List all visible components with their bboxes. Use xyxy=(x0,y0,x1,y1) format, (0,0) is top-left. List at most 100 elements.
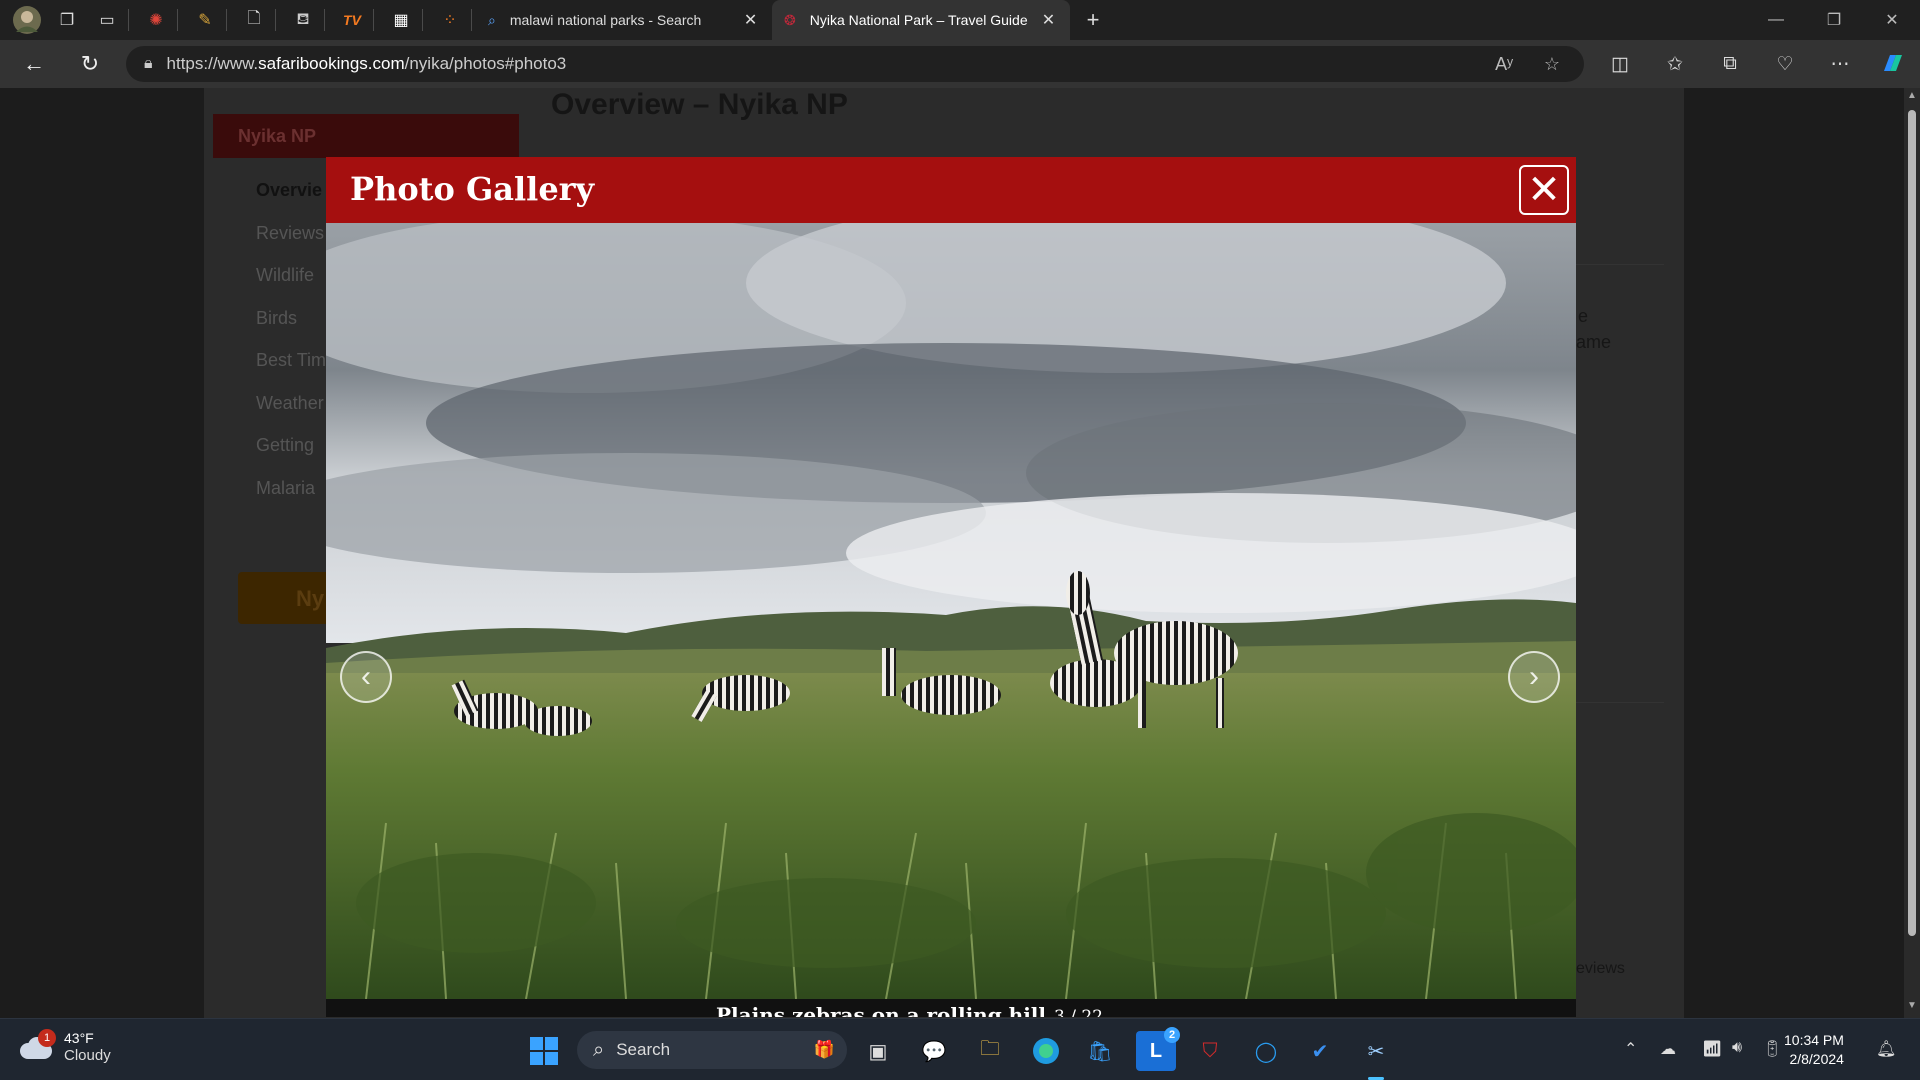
reviews-link[interactable]: eviews xyxy=(1576,960,1625,978)
pinned-tab-icon[interactable]: ▦ xyxy=(384,3,418,37)
tab-search[interactable]: ⌕ malawi national parks - Search ✕ xyxy=(476,0,772,40)
cloudy-weather-icon: 1 xyxy=(20,1028,56,1059)
pinned-tab-icon[interactable]: ✺ xyxy=(139,3,173,37)
profile-avatar[interactable] xyxy=(10,3,44,37)
sidebar-item-birds[interactable]: Birds xyxy=(256,308,297,329)
copilot-icon[interactable] xyxy=(1872,44,1912,84)
time: 10:34 PM xyxy=(1784,1032,1844,1048)
start-button[interactable] xyxy=(524,1031,564,1071)
vertical-scrollbar[interactable]: ▲ ▼ xyxy=(1904,88,1920,1018)
volume-icon[interactable]: 🔊︎ xyxy=(1732,1039,1742,1057)
divider xyxy=(128,9,129,31)
sidebar-heading: Nyika NP xyxy=(213,114,519,158)
teams-chat-icon[interactable]: 💬 xyxy=(914,1031,954,1071)
photo-gallery-modal: Photo Gallery ✕ ‹ › Plains zebras on a r… xyxy=(326,157,1576,1017)
scroll-down-icon[interactable]: ▼ xyxy=(1904,1000,1920,1016)
pinned-tab-icon[interactable]: ⛾ xyxy=(286,3,320,37)
divider xyxy=(226,9,227,31)
sidebar-item-overview[interactable]: Overvie xyxy=(256,180,322,201)
more-options-icon[interactable]: ⋯ xyxy=(1820,44,1860,84)
clock[interactable]: 10:34 PM 2/8/2024 xyxy=(1784,1031,1844,1069)
caption-bar: Plains zebras on a rolling hill 3 / 22 xyxy=(326,999,1576,1017)
search-highlight-icon: 🎁 xyxy=(813,1040,835,1059)
restore-icon[interactable]: ❐ xyxy=(1806,0,1862,40)
task-view-icon[interactable]: ▣ xyxy=(858,1031,898,1071)
split-screen-icon[interactable]: ◫ xyxy=(1600,44,1640,84)
favorites-icon[interactable]: ✩ xyxy=(1655,44,1695,84)
next-photo-button[interactable]: › xyxy=(1508,651,1560,703)
sidebar-item-weather[interactable]: Weather xyxy=(256,393,324,414)
sidebar-item-best-time[interactable]: Best Tim xyxy=(256,350,326,371)
tab-actions-icon[interactable]: ▭ xyxy=(90,3,124,37)
show-hidden-icons[interactable]: ⌃ xyxy=(1624,1039,1637,1059)
gallery-header: Photo Gallery ✕ xyxy=(326,157,1576,223)
gallery-title: Photo Gallery xyxy=(350,170,595,208)
text-fragment: e xyxy=(1578,306,1589,326)
tab-title: Nyika National Park – Travel Guide xyxy=(809,12,1028,28)
new-tab-icon[interactable]: + xyxy=(1076,3,1110,37)
weather-badge: 1 xyxy=(38,1028,56,1047)
sidebar-item-malaria[interactable]: Malaria xyxy=(256,478,315,499)
lock-icon: 🔒︎ xyxy=(144,55,153,72)
app-l-icon[interactable]: L 2 xyxy=(1136,1027,1180,1071)
file-explorer-icon[interactable]: 🗀 xyxy=(970,1031,1010,1071)
close-gallery-button[interactable]: ✕ xyxy=(1519,165,1569,215)
weather-condition: Cloudy xyxy=(64,1047,111,1064)
read-aloud-icon[interactable]: Aʸ xyxy=(1486,46,1522,82)
date: 2/8/2024 xyxy=(1789,1051,1844,1067)
url-field[interactable]: 🔒︎ https://www. safaribookings.com/nyika/… xyxy=(126,46,1584,82)
tradingview-icon[interactable]: TV xyxy=(335,3,369,37)
url-host: safaribookings.com xyxy=(258,54,405,73)
sidebar-item-wildlife[interactable]: Wildlife xyxy=(256,265,314,286)
divider xyxy=(422,9,423,31)
tab-nyika[interactable]: ❂ Nyika National Park – Travel Guide ✕ xyxy=(772,0,1070,40)
divider xyxy=(275,9,276,31)
minimize-icon[interactable]: — xyxy=(1748,0,1804,40)
caption-text: Plains zebras on a rolling hill xyxy=(716,1003,1046,1017)
weather-widget[interactable]: 1 43°F Cloudy xyxy=(20,1028,111,1064)
microsoft-store-icon[interactable]: 🛍 xyxy=(1080,1031,1120,1071)
weather-temperature: 43°F xyxy=(64,1030,94,1046)
notification-badge: 2 xyxy=(1164,1027,1180,1043)
sidebar-item-getting-there[interactable]: Getting xyxy=(256,435,314,456)
battery-icon[interactable]: 🔋︎ xyxy=(1762,1039,1782,1059)
sidebar-item-reviews[interactable]: Reviews xyxy=(256,223,324,244)
url-prefix: https://www. xyxy=(166,54,259,73)
mcafee-icon[interactable]: ⛉ xyxy=(1190,1031,1230,1071)
back-icon[interactable]: ← xyxy=(14,44,54,84)
photo-counter: 3 / 22 xyxy=(1054,1007,1103,1017)
notifications-icon[interactable]: 🔔︎ xyxy=(1876,1039,1896,1059)
refresh-icon[interactable]: ↻ xyxy=(70,44,110,84)
browser-essentials-icon[interactable]: ♡ xyxy=(1765,44,1805,84)
onedrive-icon[interactable]: ☁ xyxy=(1660,1039,1676,1059)
safaribookings-favicon: ❂ xyxy=(784,11,796,28)
workspaces-icon[interactable]: ❐ xyxy=(50,3,84,37)
search-icon: ⌕ xyxy=(593,1038,605,1061)
pinned-tab-icon[interactable]: ✎ xyxy=(188,3,222,37)
document-icon[interactable]: 🗋 xyxy=(237,3,271,37)
wifi-icon[interactable]: 📶︎ xyxy=(1702,1039,1722,1059)
url-path: /nyika/photos#photo3 xyxy=(404,54,567,73)
tab-bar: ❐ ▭ ✺ ✎ 🗋 ⛾ TV ▦ ⁘ ⌕ malawi national par… xyxy=(0,0,1920,40)
divider xyxy=(1576,702,1664,703)
pinned-tab-icon[interactable]: ⁘ xyxy=(433,3,467,37)
close-icon: ✕ xyxy=(1527,168,1561,212)
close-tab-icon[interactable]: ✕ xyxy=(1042,10,1055,30)
edge-browser-icon[interactable] xyxy=(1026,1031,1066,1071)
scroll-thumb[interactable] xyxy=(1908,110,1916,936)
divider xyxy=(177,9,178,31)
search-icon: ⌕ xyxy=(488,11,496,28)
snipping-tool-icon[interactable]: ✂ xyxy=(1356,1031,1396,1071)
close-window-icon[interactable]: ✕ xyxy=(1864,0,1920,40)
search-label: Search xyxy=(616,1040,671,1059)
favorite-star-icon[interactable]: ☆ xyxy=(1534,46,1570,82)
scroll-up-icon[interactable]: ▲ xyxy=(1904,90,1920,106)
divider xyxy=(1576,264,1664,265)
close-tab-icon[interactable]: ✕ xyxy=(744,10,757,30)
taskbar-search[interactable]: ⌕ Search 🎁 xyxy=(577,1031,847,1069)
cortana-icon[interactable]: ◯ xyxy=(1246,1031,1286,1071)
todo-icon[interactable]: ✔ xyxy=(1300,1031,1340,1071)
collections-icon[interactable]: ⧉ xyxy=(1710,44,1750,84)
gallery-photo: ‹ › xyxy=(326,223,1576,999)
previous-photo-button[interactable]: ‹ xyxy=(340,651,392,703)
